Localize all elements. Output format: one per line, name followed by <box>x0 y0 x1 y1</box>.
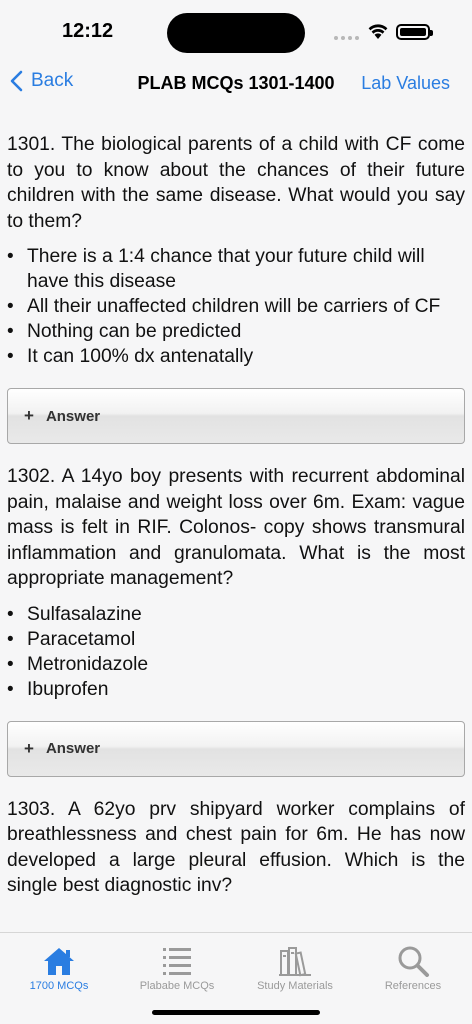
question-1301: 1301. The biological parents of a child … <box>0 132 472 444</box>
question-1303: 1303. A 62yo prv shipyard worker complai… <box>0 797 472 899</box>
option-list: Sulfasalazine Paracetamol Metronidazole … <box>7 602 465 702</box>
answer-label: Answer <box>45 740 101 757</box>
books-icon <box>279 947 311 977</box>
plus-icon: + <box>24 738 34 758</box>
question-1302: 1302. A 14yo boy presents with recurrent… <box>0 464 472 777</box>
option-item: Nothing can be predicted <box>7 319 465 344</box>
option-item: All their unaffected children will be ca… <box>7 294 465 319</box>
option-item: Paracetamol <box>7 627 465 652</box>
option-item: Metronidazole <box>7 652 465 677</box>
lab-values-button[interactable]: Lab Values <box>361 73 450 94</box>
home-icon <box>44 948 74 975</box>
dynamic-island <box>167 13 305 53</box>
question-text: 1302. A 14yo boy presents with recurrent… <box>7 466 465 589</box>
answer-toggle-button[interactable]: + Answer <box>7 388 465 444</box>
status-bar: 12:12 <box>0 0 472 62</box>
home-indicator <box>152 1010 320 1015</box>
back-label: Back <box>31 70 74 91</box>
chevron-left-icon <box>10 70 23 92</box>
search-icon <box>398 946 429 977</box>
list-icon <box>163 948 191 975</box>
navigation-bar: Back PLAB MCQs 1301-1400 Lab Values <box>0 62 472 108</box>
tab-1700-mcqs[interactable]: 1700 MCQs <box>0 939 118 992</box>
tab-references[interactable]: References <box>354 939 472 992</box>
signal-icon <box>334 36 359 40</box>
option-item: Sulfasalazine <box>7 602 465 627</box>
question-list[interactable]: 1301. The biological parents of a child … <box>0 108 472 932</box>
tab-label: Plababe MCQs <box>139 980 215 992</box>
plus-icon: + <box>24 406 34 425</box>
tab-bar: 1700 MCQs Plababe MCQs Study Materials R… <box>0 932 472 1024</box>
back-button[interactable]: Back <box>10 70 73 92</box>
option-list: There is a 1:4 chance that your future c… <box>7 244 465 369</box>
tab-label: References <box>384 980 442 992</box>
tab-label: Study Materials <box>257 980 333 992</box>
answer-toggle-button[interactable]: + Answer <box>7 720 465 777</box>
option-item: It can 100% dx antenatally <box>7 344 465 369</box>
question-text: 1303. A 62yo prv shipyard worker complai… <box>7 798 465 897</box>
wifi-icon <box>368 24 388 39</box>
battery-icon <box>396 24 433 40</box>
tab-plababe-mcqs[interactable]: Plababe MCQs <box>118 939 236 992</box>
answer-label: Answer <box>45 407 101 425</box>
tab-study-materials[interactable]: Study Materials <box>236 939 354 992</box>
option-item: Ibuprofen <box>7 677 465 702</box>
option-item: There is a 1:4 chance that your future c… <box>7 244 465 294</box>
tab-label: 1700 MCQs <box>29 980 89 992</box>
question-text: 1301. The biological parents of a child … <box>7 134 465 232</box>
status-time: 12:12 <box>62 20 114 42</box>
